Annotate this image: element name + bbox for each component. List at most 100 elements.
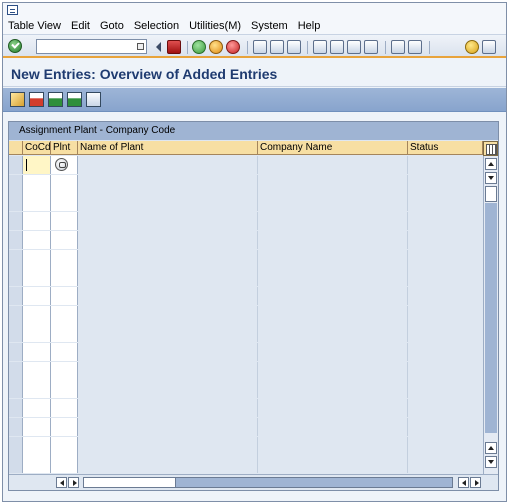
system-menu-icon[interactable] — [7, 5, 18, 15]
scroll-page-down-icon[interactable] — [485, 456, 497, 468]
row-selector[interactable] — [9, 399, 23, 418]
previous-page-icon[interactable] — [330, 40, 344, 54]
scroll-left-icon[interactable] — [56, 477, 67, 488]
scroll-up-icon[interactable] — [485, 158, 497, 170]
menu-system[interactable]: System — [251, 20, 288, 32]
row-selector[interactable] — [9, 361, 23, 380]
vertical-scroll-thumb[interactable] — [485, 186, 497, 202]
plnt-input[interactable] — [51, 156, 78, 174]
row-selector[interactable] — [9, 417, 23, 436]
first-page-icon[interactable] — [313, 40, 327, 54]
cocd-input[interactable] — [23, 417, 51, 436]
column-header-name-of-plant[interactable]: Name of Plant — [78, 141, 258, 155]
column-header-company-name[interactable]: Company Name — [258, 141, 408, 155]
plnt-input[interactable] — [51, 380, 78, 399]
find-icon[interactable] — [270, 40, 284, 54]
select-block-icon[interactable] — [67, 92, 82, 107]
plnt-input[interactable] — [51, 174, 78, 193]
menu-edit[interactable]: Edit — [71, 20, 90, 32]
horizontal-scroll-track[interactable] — [83, 477, 453, 488]
menu-table-view[interactable]: Table View — [8, 20, 61, 32]
cocd-input[interactable] — [23, 343, 51, 361]
scroll-far-left-icon[interactable] — [458, 477, 469, 488]
menu-selection[interactable]: Selection — [134, 20, 179, 32]
exit-icon[interactable] — [209, 40, 223, 54]
row-selector[interactable] — [9, 343, 23, 361]
cocd-input[interactable] — [23, 324, 51, 343]
plnt-input[interactable] — [51, 399, 78, 418]
horizontal-scroll-thumb[interactable] — [84, 478, 176, 487]
scroll-far-right-icon[interactable] — [470, 477, 481, 488]
plnt-input[interactable] — [51, 417, 78, 436]
plnt-input[interactable] — [51, 455, 78, 474]
row-selector[interactable] — [9, 212, 23, 231]
plnt-input[interactable] — [51, 324, 78, 343]
command-history-icon[interactable] — [137, 43, 144, 50]
menu-goto[interactable]: Goto — [100, 20, 124, 32]
scroll-page-up-icon[interactable] — [485, 442, 497, 454]
table-settings-icon[interactable] — [483, 141, 498, 156]
plnt-input[interactable] — [51, 212, 78, 231]
menu-utilities[interactable]: Utilities(M) — [189, 20, 241, 32]
row-selector[interactable] — [9, 380, 23, 399]
cocd-input[interactable] — [23, 455, 51, 474]
print-icon[interactable] — [253, 40, 267, 54]
cocd-input-focused[interactable] — [23, 156, 50, 174]
command-field[interactable] — [36, 39, 147, 54]
plnt-input[interactable] — [51, 230, 78, 249]
find-next-icon[interactable] — [287, 40, 301, 54]
shortcut-icon[interactable] — [408, 40, 422, 54]
cocd-input[interactable] — [23, 268, 51, 287]
cocd-input[interactable] — [23, 156, 51, 174]
last-page-icon[interactable] — [364, 40, 378, 54]
select-all-icon[interactable] — [48, 92, 63, 107]
help-icon[interactable] — [465, 40, 479, 54]
next-page-icon[interactable] — [347, 40, 361, 54]
plnt-input[interactable] — [51, 193, 78, 212]
display-change-icon[interactable] — [10, 92, 25, 107]
row-selector[interactable] — [9, 305, 23, 324]
selection-column-header[interactable] — [9, 141, 23, 155]
row-selector[interactable] — [9, 455, 23, 474]
column-header-cocd[interactable]: CoCd — [23, 141, 51, 155]
cocd-input[interactable] — [23, 174, 51, 193]
plnt-input[interactable] — [51, 361, 78, 380]
vertical-scrollbar[interactable] — [483, 156, 498, 474]
scroll-down-icon[interactable] — [485, 172, 497, 184]
cocd-input[interactable] — [23, 193, 51, 212]
cancel-icon[interactable] — [226, 40, 240, 54]
horizontal-scrollbar[interactable] — [9, 474, 498, 490]
layout-icon[interactable] — [482, 40, 496, 54]
create-session-icon[interactable] — [391, 40, 405, 54]
cocd-input[interactable] — [23, 286, 51, 305]
menu-help[interactable]: Help — [298, 20, 321, 32]
plnt-input[interactable] — [51, 268, 78, 287]
vertical-scroll-track[interactable] — [485, 203, 497, 433]
back-icon[interactable] — [192, 40, 206, 54]
row-selector[interactable] — [9, 230, 23, 249]
row-selector[interactable] — [9, 174, 23, 193]
row-selector[interactable] — [9, 286, 23, 305]
delete-icon[interactable] — [29, 92, 44, 107]
cocd-input[interactable] — [23, 249, 51, 268]
plnt-input[interactable] — [51, 305, 78, 324]
cocd-input[interactable] — [23, 436, 51, 455]
plnt-input[interactable] — [51, 343, 78, 361]
row-selector[interactable] — [9, 249, 23, 268]
back-arrow-icon[interactable] — [156, 42, 161, 52]
column-header-status[interactable]: Status — [408, 141, 483, 155]
plnt-input[interactable] — [51, 286, 78, 305]
row-selector[interactable] — [9, 268, 23, 287]
save-icon[interactable] — [167, 40, 181, 54]
cocd-input[interactable] — [23, 305, 51, 324]
column-header-plnt[interactable]: Plnt — [51, 141, 78, 155]
value-help-icon[interactable] — [55, 158, 68, 171]
deselect-all-icon[interactable] — [86, 92, 101, 107]
plnt-input[interactable] — [51, 436, 78, 455]
row-selector[interactable] — [9, 193, 23, 212]
enter-icon[interactable] — [8, 39, 22, 53]
cocd-input[interactable] — [23, 380, 51, 399]
cocd-input[interactable] — [23, 212, 51, 231]
row-selector[interactable] — [9, 156, 23, 174]
scroll-right-icon[interactable] — [68, 477, 79, 488]
